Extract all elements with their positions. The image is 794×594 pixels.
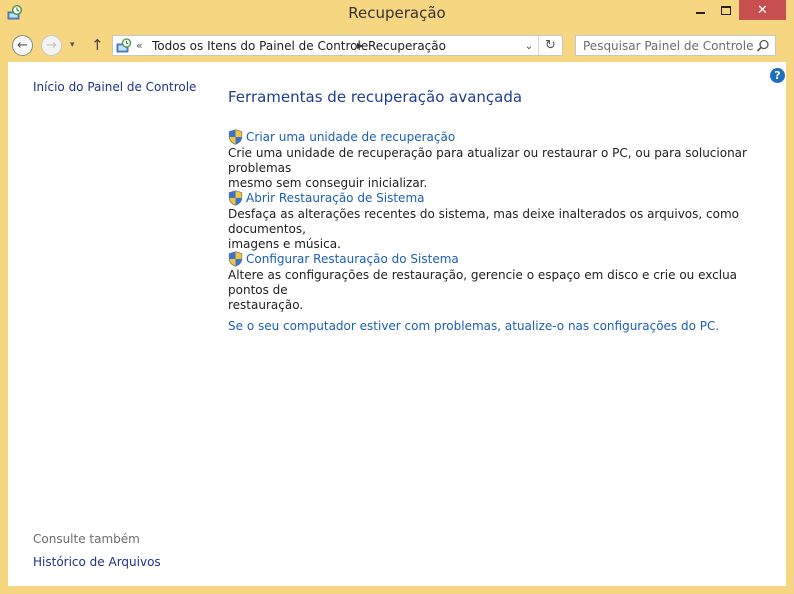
uac-shield-icon	[228, 128, 243, 145]
task-description-line: Altere as configurações de restauração, …	[228, 268, 738, 297]
task-link-row[interactable]: Criar uma unidade de recuperação	[228, 128, 748, 145]
help-icon[interactable]: ?	[770, 68, 785, 83]
task-description: Altere as configurações de restauração, …	[228, 268, 748, 313]
forward-arrow-icon: →	[46, 38, 57, 53]
window: Recuperação ✕ ← → ▾ ↑ « Todos os Itens d…	[0, 0, 794, 594]
page-heading: Ferramentas de recuperação avançada	[228, 88, 523, 106]
hidden-path-chevron-icon[interactable]: «	[136, 39, 143, 52]
address-dropdown-icon[interactable]: ⌄	[521, 38, 537, 54]
refresh-pc-settings-link[interactable]: Se o seu computador estiver com problema…	[228, 319, 719, 333]
recent-locations-dropdown-icon[interactable]: ▾	[70, 40, 75, 50]
maximize-icon	[721, 5, 731, 15]
minimize-icon	[695, 12, 705, 14]
content-pane: ? Início do Painel de Controle Consulte …	[8, 62, 786, 586]
task-description-line: Crie uma unidade de recuperação para atu…	[228, 146, 747, 175]
task-link-row[interactable]: Configurar Restauração do Sistema	[228, 250, 748, 267]
uac-shield-icon	[228, 189, 243, 206]
see-also-label: Consulte também	[33, 532, 140, 546]
close-icon: ✕	[757, 2, 768, 18]
task-open-system-restore: Abrir Restauração de Sistema Desfaça as …	[228, 189, 748, 252]
search-icon[interactable]	[756, 39, 770, 53]
task-description: Desfaça as alterações recentes do sistem…	[228, 207, 748, 252]
refresh-icon[interactable]: ↻	[538, 36, 562, 55]
task-description-line: Desfaça as alterações recentes do sistem…	[228, 207, 739, 236]
create-recovery-drive-link[interactable]: Criar uma unidade de recuperação	[246, 130, 455, 144]
uac-shield-icon	[228, 250, 243, 267]
navigation-bar: ← → ▾ ↑ « Todos os Itens do Painel de Co…	[0, 28, 794, 62]
open-system-restore-link[interactable]: Abrir Restauração de Sistema	[246, 191, 424, 205]
maximize-button[interactable]	[713, 0, 739, 20]
breadcrumb-all-control-panel-items[interactable]: Todos os Itens do Painel de Controle	[152, 39, 368, 53]
control-panel-icon	[116, 38, 132, 53]
up-arrow-button[interactable]: ↑	[91, 36, 104, 54]
task-link-row[interactable]: Abrir Restauração de Sistema	[228, 189, 748, 206]
breadcrumb-separator-icon[interactable]: ▶	[357, 41, 363, 50]
search-input[interactable]: Pesquisar Painel de Controle	[575, 35, 776, 56]
task-create-recovery-drive: Criar uma unidade de recuperação Crie um…	[228, 128, 748, 191]
configure-system-restore-link[interactable]: Configurar Restauração do Sistema	[246, 252, 459, 266]
forward-button[interactable]: →	[41, 35, 62, 56]
sidebar-control-panel-home-link[interactable]: Início do Painel de Controle	[33, 80, 196, 94]
task-description-line: restauração.	[228, 298, 304, 312]
task-description: Crie uma unidade de recuperação para atu…	[228, 146, 748, 191]
title-bar[interactable]: Recuperação ✕	[0, 0, 794, 28]
address-bar[interactable]: « Todos os Itens do Painel de Controle ▶…	[112, 35, 563, 56]
window-title: Recuperação	[348, 4, 446, 22]
task-configure-system-restore: Configurar Restauração do Sistema Altere…	[228, 250, 748, 313]
search-placeholder: Pesquisar Painel de Controle	[583, 39, 754, 53]
minimize-button[interactable]	[687, 0, 713, 20]
breadcrumb-recovery[interactable]: Recuperação	[368, 39, 446, 53]
back-button[interactable]: ←	[12, 35, 33, 56]
back-arrow-icon: ←	[17, 38, 28, 53]
close-button[interactable]: ✕	[739, 0, 786, 20]
file-history-link[interactable]: Histórico de Arquivos	[33, 555, 161, 569]
